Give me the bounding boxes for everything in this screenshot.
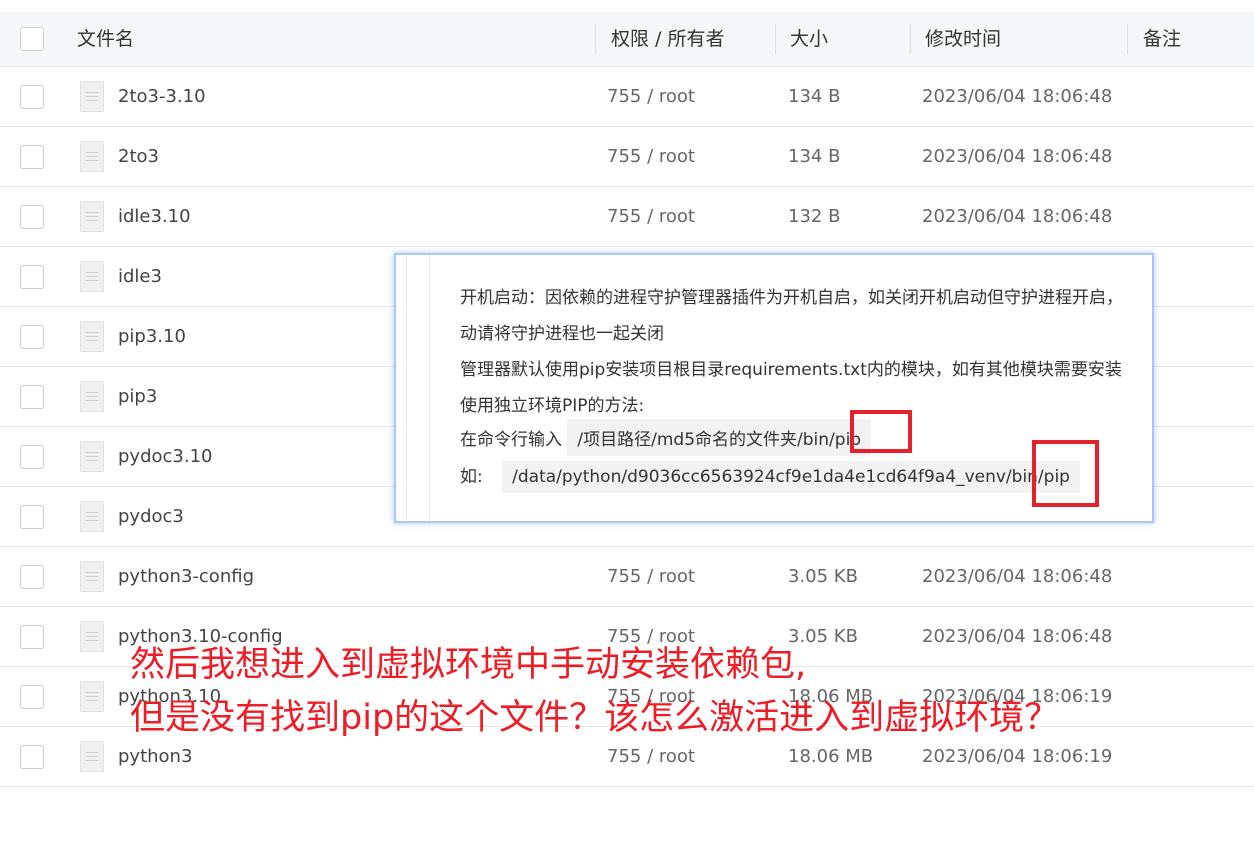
file-icon (80, 201, 104, 232)
annotation-line-1: 然后我想进入到虚拟环境中手动安装依赖包, (130, 645, 807, 685)
row-checkbox[interactable] (20, 145, 44, 169)
row-checkbox[interactable] (20, 685, 44, 709)
header-divider (910, 24, 911, 54)
row-checkbox[interactable] (20, 625, 44, 649)
annotation-line-2: 但是没有找到pip的这个文件？该怎么激活进入到虚拟环境？ (130, 698, 1060, 738)
file-icon (80, 261, 104, 292)
row-checkbox[interactable] (20, 265, 44, 289)
file-permission[interactable]: 755 / root (607, 547, 695, 607)
row-checkbox[interactable] (20, 385, 44, 409)
file-name[interactable]: pydoc3.10 (118, 427, 213, 487)
select-all-checkbox[interactable] (20, 27, 44, 51)
table-row[interactable]: idle3.10 755 / root 132 B 2023/06/04 18:… (0, 187, 1254, 247)
file-icon (80, 621, 104, 652)
file-permission[interactable]: 755 / root (607, 67, 695, 127)
table-row[interactable]: 2to3 755 / root 134 B 2023/06/04 18:06:4… (0, 127, 1254, 187)
row-checkbox[interactable] (20, 325, 44, 349)
file-name[interactable]: 2to3 (118, 127, 159, 187)
file-icon (80, 141, 104, 172)
file-icon (80, 81, 104, 112)
file-name[interactable]: pip3.10 (118, 307, 186, 367)
header-divider (775, 24, 776, 54)
example-label: 如: (460, 467, 483, 487)
file-name[interactable]: idle3 (118, 247, 162, 307)
header-divider (1127, 24, 1128, 54)
file-modified: 2023/06/04 18:06:48 (922, 86, 1113, 107)
file-modified: 2023/06/04 18:06:48 (922, 626, 1113, 647)
header-size[interactable]: 大小 (790, 12, 828, 67)
file-icon (80, 441, 104, 472)
file-icon (80, 501, 104, 532)
row-checkbox[interactable] (20, 505, 44, 529)
file-name[interactable]: pip3 (118, 367, 157, 427)
file-icon (80, 681, 104, 712)
tooltip-line-example: 如: /data/python/d9036cc6563924cf9e1da4e1… (460, 461, 1080, 493)
row-checkbox[interactable] (20, 565, 44, 589)
file-size: 134 B (788, 146, 841, 167)
file-permission[interactable]: 755 / root (607, 187, 695, 247)
row-checkbox[interactable] (20, 85, 44, 109)
file-icon (80, 561, 104, 592)
help-tooltip: 开机启动：因依赖的进程守护管理器插件为开机自启，如关闭开机启动但守护进程开启， … (394, 253, 1154, 523)
table-row[interactable]: 2to3-3.10 755 / root 134 B 2023/06/04 18… (0, 67, 1254, 127)
header-permission[interactable]: 权限 / 所有者 (611, 12, 724, 67)
file-permission[interactable]: 755 / root (607, 127, 695, 187)
tooltip-line-startup: 开机启动：因依赖的进程守护管理器插件为开机自启，如关闭开机启动但守护进程开启， (460, 288, 1123, 308)
header-filename[interactable]: 文件名 (77, 12, 134, 67)
file-name[interactable]: pydoc3 (118, 487, 184, 547)
tooltip-gutter (406, 255, 430, 521)
file-size: 132 B (788, 206, 841, 227)
row-checkbox[interactable] (20, 445, 44, 469)
file-name[interactable]: 2to3-3.10 (118, 67, 206, 127)
file-icon (80, 381, 104, 412)
file-size: 134 B (788, 86, 841, 107)
file-icon (80, 741, 104, 772)
command-label: 在命令行输入 (460, 430, 562, 450)
file-modified: 2023/06/04 18:06:48 (922, 566, 1113, 587)
file-icon (80, 321, 104, 352)
tooltip-line-pip-method: 使用独立环境PIP的方法: (460, 396, 645, 416)
file-name[interactable]: idle3.10 (118, 187, 191, 247)
file-modified: 2023/06/04 18:06:48 (922, 206, 1113, 227)
header-note[interactable]: 备注 (1143, 12, 1181, 67)
tooltip-line-command: 在命令行输入 /项目路径/md5命名的文件夹/bin/pip (460, 419, 872, 456)
table-row[interactable]: python3-config 755 / root 3.05 KB 2023/0… (0, 547, 1254, 607)
table-header: 文件名 权限 / 所有者 大小 修改时间 备注 (0, 12, 1254, 67)
row-checkbox[interactable] (20, 745, 44, 769)
pip-path-example: /data/python/d9036cc6563924cf9e1da4e1cd6… (502, 461, 1080, 493)
tooltip-line-startup-cont: 动请将守护进程也一起关闭 (460, 324, 664, 344)
tooltip-line-requirements: 管理器默认使用pip安装项目根目录requirements.txt内的模块，如有… (460, 360, 1122, 380)
file-modified: 2023/06/04 18:06:48 (922, 146, 1113, 167)
highlight-box-pip (850, 410, 912, 453)
header-modified[interactable]: 修改时间 (925, 12, 1001, 67)
file-name[interactable]: python3-config (118, 547, 254, 607)
row-checkbox[interactable] (20, 205, 44, 229)
file-size: 3.05 KB (788, 566, 858, 587)
header-divider (595, 24, 596, 54)
pip-path-template: /项目路径/md5命名的文件夹/bin/pip (567, 419, 872, 456)
highlight-box-pip-example (1032, 440, 1099, 507)
